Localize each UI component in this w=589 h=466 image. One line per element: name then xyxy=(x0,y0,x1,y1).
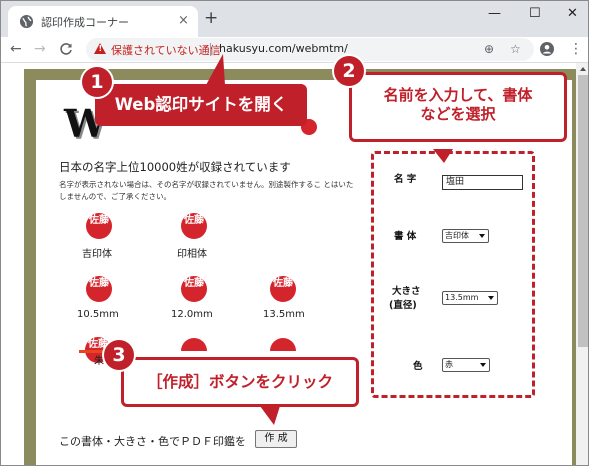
surname-input[interactable]: 塩田 xyxy=(442,175,523,190)
dropdown-arrow-icon xyxy=(488,296,494,300)
color-label-shu: 朱 xyxy=(94,356,104,367)
name-label: 名 字 xyxy=(394,174,417,185)
color-label: 色 xyxy=(413,361,423,372)
style-label-kichiin: 吉印体 xyxy=(82,249,112,260)
tab-close-icon[interactable]: × xyxy=(178,13,189,28)
step-2-badge: 2 xyxy=(334,56,364,86)
minimize-button[interactable]: — xyxy=(488,6,501,21)
vertical-scrollbar[interactable] xyxy=(576,63,588,465)
size-select[interactable]: 13.5mm xyxy=(442,291,498,305)
globe-icon xyxy=(19,14,34,29)
seal-sample-12-0[interactable]: 佐藤 xyxy=(181,276,207,302)
scroll-thumb[interactable] xyxy=(578,75,588,347)
callout-step-3: ［作成］ボタンをクリック xyxy=(121,357,359,407)
create-button[interactable]: 作 成 xyxy=(255,430,297,448)
scroll-up-icon[interactable] xyxy=(580,67,586,71)
seal-sample-13-5[interactable]: 佐藤 xyxy=(270,276,296,302)
color-select[interactable]: 赤 xyxy=(442,358,490,372)
size-label-10-5: 10.5mm xyxy=(77,309,119,320)
reload-icon[interactable] xyxy=(59,42,73,56)
size-label-13-5: 13.5mm xyxy=(263,309,305,320)
tab-strip: 認印作成コーナー × + — ☐ ✕ xyxy=(1,1,588,37)
size-label: 大きさ xyxy=(392,286,421,297)
callout-step-1: Web認印サイトを開く xyxy=(95,84,307,126)
forward-button[interactable]: → xyxy=(34,40,46,58)
page-note: 名字が表示されない場合は、その名字が収録されていません。別途製作するこ とはいた… xyxy=(59,180,354,201)
dropdown-arrow-icon xyxy=(479,234,485,238)
close-window-button[interactable]: ✕ xyxy=(567,6,578,21)
page-headline: 日本の名字上位10000姓が収録されています xyxy=(59,160,291,174)
browser-menu-icon[interactable]: ⋮ xyxy=(569,40,583,58)
seal-sample-10-5[interactable]: 佐藤 xyxy=(86,276,112,302)
browser-window: 認印作成コーナー × + — ☐ ✕ ← → 保護されていない通信 hakusy… xyxy=(0,0,589,466)
dropdown-arrow-icon xyxy=(480,363,486,367)
browser-tab[interactable]: 認印作成コーナー × xyxy=(8,6,198,37)
back-button[interactable]: ← xyxy=(10,40,22,58)
warning-icon xyxy=(94,43,106,54)
style-label-insou: 印相体 xyxy=(177,249,207,260)
tab-title: 認印作成コーナー xyxy=(41,16,129,29)
browser-toolbar: ← → 保護されていない通信 hakusyu.com/webmtm/ ⊕ ☆ ⋮ xyxy=(1,37,588,63)
font-select[interactable]: 吉印体 xyxy=(442,229,489,243)
new-tab-button[interactable]: + xyxy=(204,10,218,27)
zoom-icon[interactable]: ⊕ xyxy=(484,42,494,56)
size-label-sub: (直径) xyxy=(389,300,417,311)
callout-step-2: 名前を入力して、書体 などを選択 xyxy=(349,72,567,142)
size-label-12-0: 12.0mm xyxy=(171,309,213,320)
profile-icon[interactable] xyxy=(540,42,554,56)
seal-sample-kichiin[interactable]: 佐藤 xyxy=(86,213,112,239)
step-3-badge: 3 xyxy=(104,340,134,370)
step-1-badge: 1 xyxy=(82,67,112,97)
create-instruction-text: この書体・大きさ・色でＰＤＦ印鑑を xyxy=(59,435,246,448)
seal-sample-insou[interactable]: 佐藤 xyxy=(181,213,207,239)
bookmark-star-icon[interactable]: ☆ xyxy=(510,42,521,56)
address-divider xyxy=(210,43,211,56)
font-label: 書 体 xyxy=(394,231,417,242)
maximize-button[interactable]: ☐ xyxy=(529,6,541,21)
callout-step-2-line-1: 名前を入力して、書体 xyxy=(383,86,533,104)
security-warning[interactable]: 保護されていない通信 xyxy=(111,42,221,58)
address-bar[interactable]: 保護されていない通信 hakusyu.com/webmtm/ ⊕ ☆ xyxy=(86,38,534,61)
callout-step-2-line-2: などを選択 xyxy=(420,105,496,123)
url-text[interactable]: hakusyu.com/webmtm/ xyxy=(219,42,348,55)
